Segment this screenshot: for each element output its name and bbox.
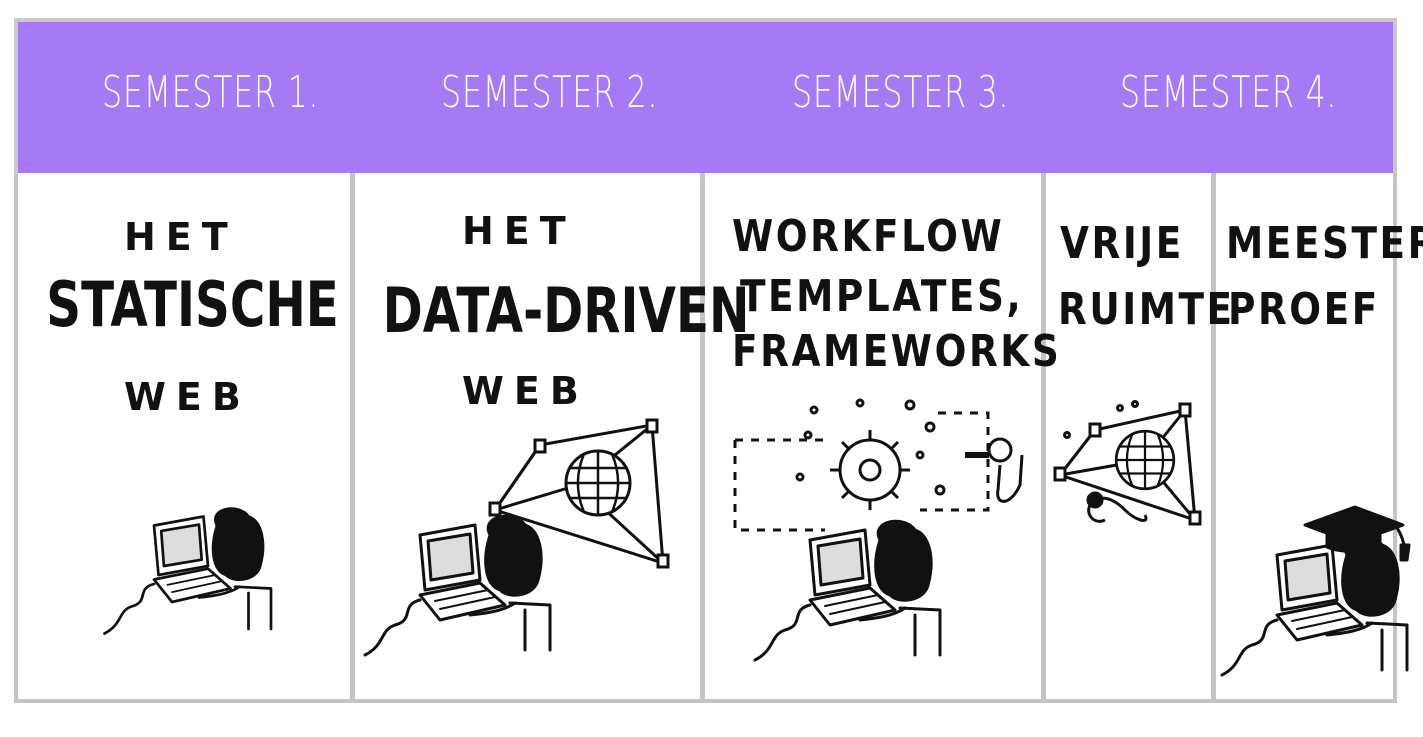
divider-3: [1041, 173, 1046, 703]
panel-2-line-2: DATA-DRIVEN: [382, 274, 750, 347]
panel-2-line-3: WEB: [462, 369, 589, 413]
panel-1-line-3: WEB: [124, 375, 251, 419]
semester-header-bar: SEMESTER 1. SEMESTER 2. SEMESTER 3. SEME…: [14, 18, 1397, 173]
panel-4b-line-2: PROEF: [1228, 284, 1380, 335]
panel-4b-illustration: [1220, 505, 1411, 677]
panel-1-line-1: HET: [124, 215, 238, 259]
panel-2-illustration: [363, 418, 670, 657]
panel-3-line-2: TEMPLATES,: [740, 271, 1024, 322]
panel-4a-illustration: [1053, 400, 1202, 526]
panel-4a-line-1: VRIJE: [1060, 218, 1184, 269]
panel-4b-line-1: MEESTER: [1226, 218, 1423, 269]
divider-2: [700, 173, 705, 703]
curriculum-board: SEMESTER 1. SEMESTER 2. SEMESTER 3. SEME…: [0, 0, 1423, 737]
panel-3-illustration: [733, 398, 1024, 662]
divider-1: [350, 173, 355, 703]
panel-3-line-1: WORKFLOW: [732, 211, 1005, 262]
panel-2-line-1: HET: [462, 209, 576, 253]
semester-1-header: SEMESTER 1.: [102, 67, 320, 118]
panel-4a-line-2: RUIMTE: [1058, 284, 1235, 335]
semester-4-header: SEMESTER 4.: [1120, 67, 1338, 118]
semester-3-header: SEMESTER 3.: [792, 67, 1010, 118]
panel-3-line-3: FRAMEWORKS: [732, 326, 1062, 377]
semester-2-header: SEMESTER 2.: [441, 67, 659, 118]
panel-1-line-2: STATISCHE: [46, 268, 339, 341]
panel-1-illustration: [103, 507, 273, 635]
